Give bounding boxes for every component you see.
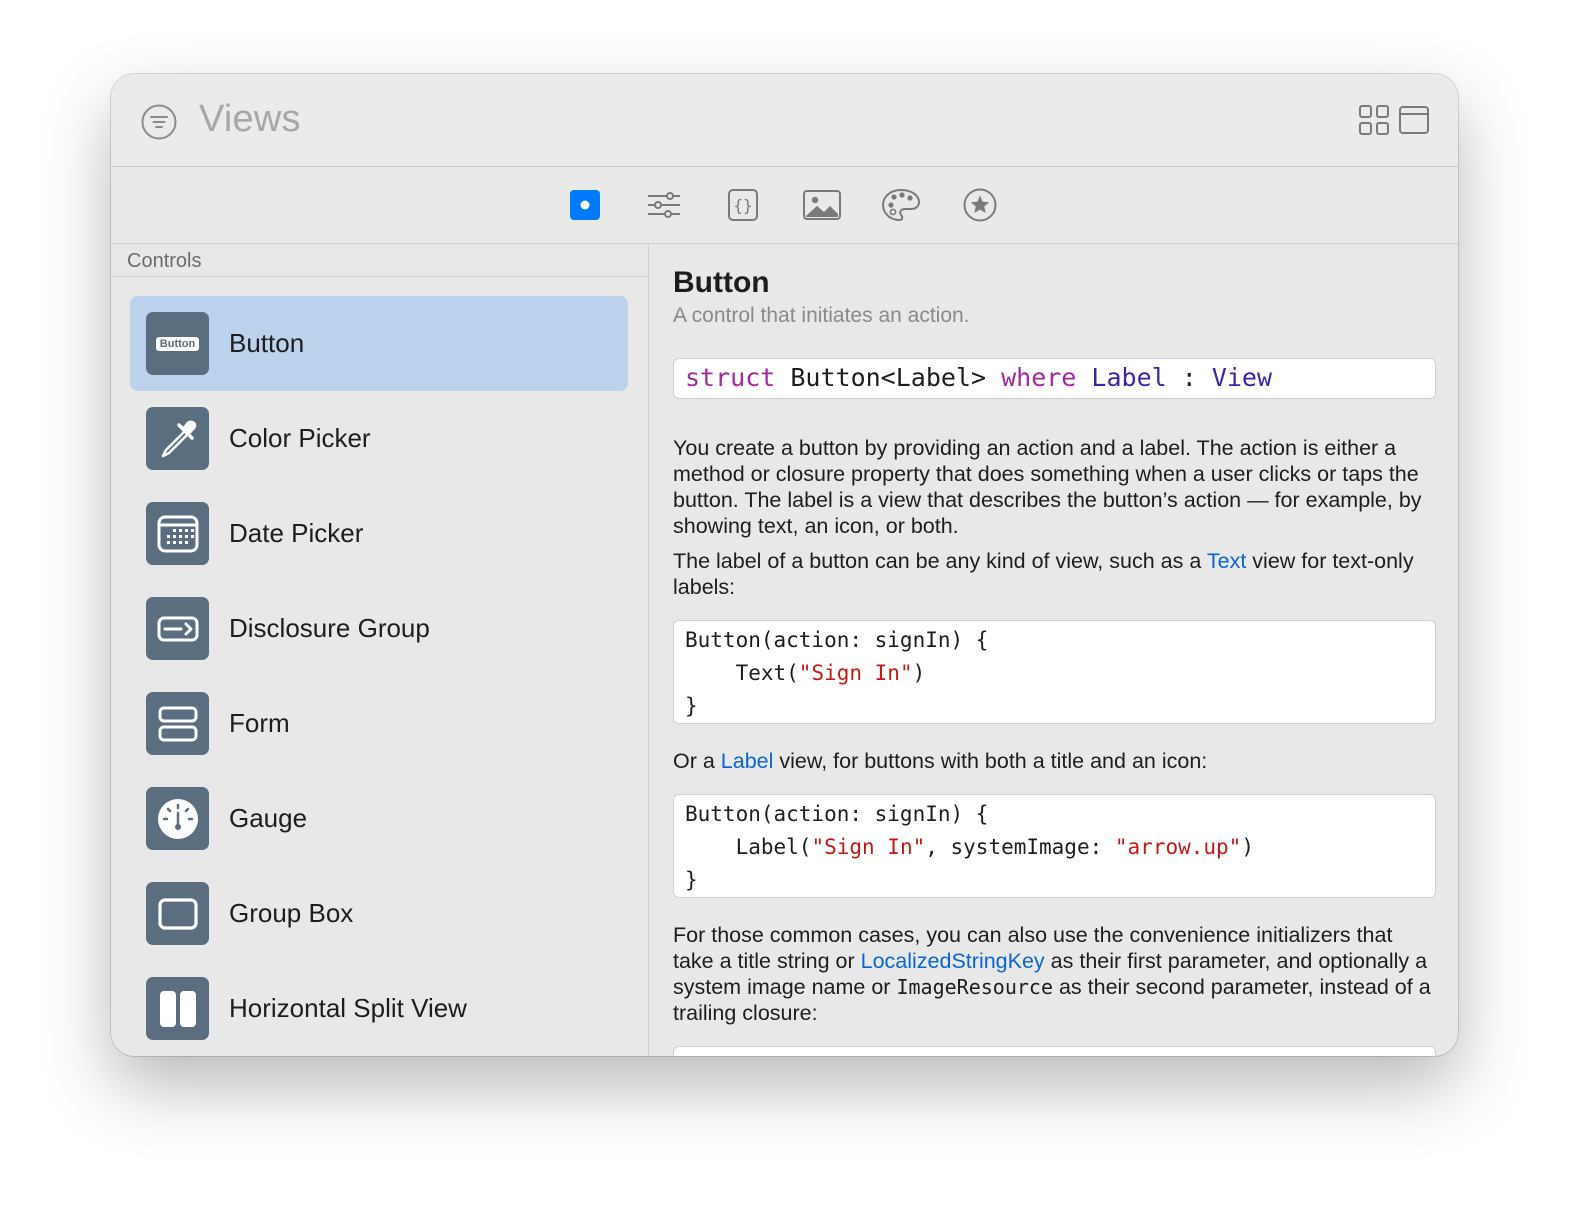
- sidebar-item-label: Date Picker: [229, 518, 364, 548]
- sidebar-item-group-box[interactable]: Group Box: [130, 866, 628, 961]
- sliders-icon: [648, 192, 680, 218]
- code-keyword: where: [1001, 363, 1077, 392]
- paragraph-text: The label of a button can be any kind of…: [673, 549, 1207, 573]
- code-text: Button<Label>: [775, 363, 1002, 392]
- sidebar-item-label: Group Box: [229, 898, 354, 928]
- photo-icon: [803, 190, 841, 220]
- code-line: , systemImage:: [925, 835, 1115, 859]
- sidebar: Controls Button Button Color Picker Date…: [111, 244, 649, 1056]
- title-bar: Views: [111, 74, 1458, 167]
- group-box-icon: [146, 882, 209, 945]
- button-icon: Button: [146, 312, 209, 375]
- control-list: Button Button Color Picker Date Picker D…: [130, 296, 628, 1056]
- inline-code: ImageResource: [896, 975, 1053, 999]
- code-line: ): [1241, 835, 1254, 859]
- sidebar-item-label: Form: [229, 708, 290, 738]
- code-line: Text(: [685, 661, 799, 685]
- sidebar-item-color-picker[interactable]: Color Picker: [130, 391, 628, 486]
- sidebar-item-label: Gauge: [229, 803, 308, 833]
- code-string: "Sign In": [798, 661, 913, 685]
- convenience-paragraph: For those common cases, you can also use…: [673, 922, 1436, 1026]
- code-sample-label: Button(action: signIn) { Label("Sign In"…: [673, 794, 1436, 898]
- sidebar-item-disclosure-group[interactable]: Disclosure Group: [130, 581, 628, 676]
- text-view-paragraph: The label of a button can be any kind of…: [673, 548, 1436, 600]
- paragraph-text: Or a: [673, 749, 721, 773]
- tab-code[interactable]: {}: [722, 186, 764, 224]
- star-circle-icon: [963, 188, 997, 222]
- calendar-icon: [146, 502, 209, 565]
- code-line: }: [685, 694, 698, 718]
- form-icon: [146, 692, 209, 755]
- sidebar-item-button[interactable]: Button Button: [130, 296, 628, 391]
- tab-images[interactable]: [801, 186, 843, 224]
- code-line: ): [912, 661, 926, 685]
- label-view-paragraph: Or a Label view, for buttons with both a…: [673, 748, 1436, 774]
- selected-dot-icon: [570, 190, 600, 220]
- panel-toggle-icon[interactable]: [1398, 104, 1430, 136]
- split-view-icon: [146, 977, 209, 1040]
- window-title: Views: [199, 98, 301, 140]
- overview-paragraph: You create a button by providing an acti…: [673, 436, 1422, 538]
- code-type: View: [1211, 363, 1273, 392]
- svg-text:{}: {}: [733, 196, 752, 215]
- code-sample-text: Button(action: signIn) { Text("Sign In")…: [673, 620, 1436, 724]
- sidebar-item-horizontal-split-view[interactable]: Horizontal Split View: [130, 961, 628, 1056]
- filter-icon[interactable]: [140, 103, 178, 141]
- gauge-icon: [146, 787, 209, 850]
- code-keyword: struct: [685, 363, 776, 392]
- text-link[interactable]: Text: [1207, 549, 1246, 573]
- disclosure-icon: [146, 597, 209, 660]
- code-line: Button(action: signIn) {: [685, 802, 989, 826]
- paragraph-text: view, for buttons with both a title and …: [773, 749, 1208, 773]
- sidebar-item-label: Horizontal Split View: [229, 993, 467, 1023]
- label-link[interactable]: Label: [721, 749, 774, 773]
- tab-colors[interactable]: [880, 186, 922, 224]
- sidebar-item-label: Disclosure Group: [229, 613, 430, 643]
- app-window: Views {} Controls Button Button Color Pi…: [111, 74, 1458, 1056]
- sidebar-item-label: Color Picker: [229, 423, 371, 453]
- tab-preview[interactable]: [564, 186, 606, 224]
- code-sample-cutoff: [673, 1046, 1436, 1056]
- code-string: "Sign In": [811, 835, 926, 859]
- sidebar-item-form[interactable]: Form: [130, 676, 628, 771]
- tab-modifiers[interactable]: [643, 186, 685, 224]
- code-string: "arrow.up": [1114, 835, 1242, 859]
- detail-pane: Button A control that initiates an actio…: [650, 244, 1458, 1056]
- code-line: Label(: [685, 835, 812, 859]
- grid-view-icon[interactable]: [1358, 104, 1390, 136]
- section-header: Controls: [111, 244, 648, 277]
- localized-string-key-link[interactable]: LocalizedStringKey: [861, 949, 1045, 973]
- declaration-code: struct Button<Label> where Label : View: [673, 358, 1436, 399]
- code-line: Button(action: signIn) {: [685, 628, 989, 652]
- inspector-tab-bar: {}: [111, 167, 1458, 244]
- code-type: Label: [1076, 363, 1167, 392]
- page-subtitle: A control that initiates an action.: [673, 304, 970, 327]
- braces-document-icon: {}: [728, 189, 758, 221]
- sidebar-item-date-picker[interactable]: Date Picker: [130, 486, 628, 581]
- tab-favorites[interactable]: [959, 186, 1001, 224]
- sidebar-item-label: Button: [229, 328, 305, 358]
- page-title: Button: [673, 266, 770, 299]
- eyedropper-icon: [146, 407, 209, 470]
- sidebar-item-gauge[interactable]: Gauge: [130, 771, 628, 866]
- palette-icon: [881, 188, 921, 222]
- code-line: }: [685, 868, 698, 892]
- code-text: :: [1166, 363, 1212, 392]
